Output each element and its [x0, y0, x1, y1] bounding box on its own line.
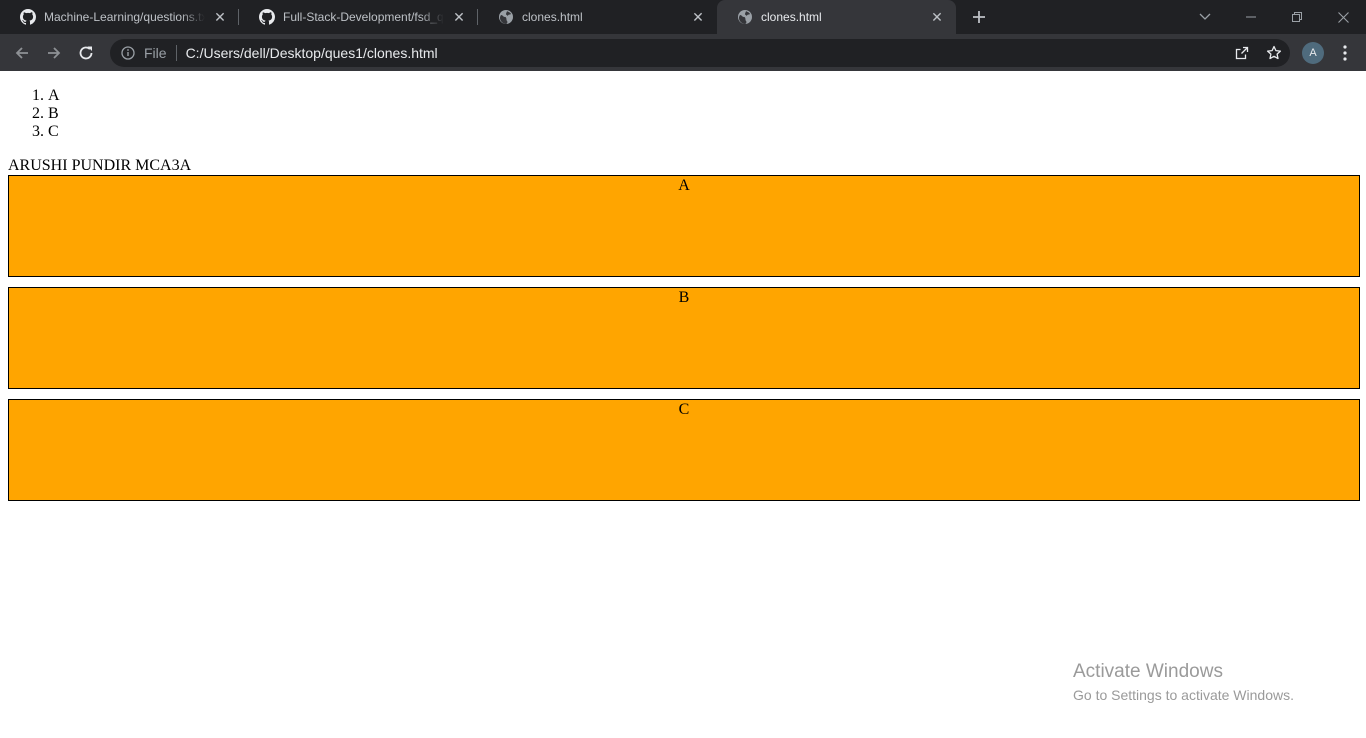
- tab-title: Full-Stack-Development/fsd_ques: [283, 10, 444, 24]
- list-item: A: [48, 87, 60, 105]
- close-tab-icon[interactable]: ✕: [211, 8, 229, 26]
- watermark-title: Activate Windows: [1073, 661, 1223, 682]
- tab-title: clones.html: [761, 10, 822, 24]
- forward-button[interactable]: [40, 39, 68, 67]
- minimize-button[interactable]: [1228, 0, 1274, 34]
- clone-box: B: [8, 287, 1360, 389]
- tab-full-stack-development[interactable]: Full-Stack-Development/fsd_ques ✕: [239, 0, 478, 34]
- browser-toolbar: File C:/Users/dell/Desktop/ques1/clones.…: [0, 34, 1366, 71]
- bookmark-button[interactable]: [1258, 39, 1290, 67]
- url-scheme-label: File: [144, 44, 167, 61]
- close-window-button[interactable]: [1320, 0, 1366, 34]
- list-item: C: [48, 123, 60, 141]
- tab-title: Machine-Learning/questions.txt at: [44, 10, 205, 24]
- info-icon[interactable]: [120, 45, 136, 61]
- activate-windows-watermark: Activate Windows Go to Settings to activ…: [1073, 660, 1294, 704]
- star-icon: [1266, 45, 1282, 59]
- more-vertical-icon: [1343, 44, 1347, 61]
- close-icon: [1337, 11, 1349, 23]
- watermark-subtitle: Go to Settings to activate Windows.: [1073, 687, 1294, 703]
- reload-button[interactable]: [72, 39, 100, 67]
- restore-icon: [1292, 12, 1302, 22]
- minimize-icon: [1246, 16, 1256, 18]
- close-tab-icon[interactable]: ✕: [928, 8, 946, 26]
- profile-avatar[interactable]: A: [1302, 41, 1324, 64]
- clone-box-label: A: [678, 177, 690, 194]
- chevron-down-icon: [1199, 13, 1211, 20]
- tab-strip: Machine-Learning/questions.txt at ✕ Full…: [0, 0, 1366, 34]
- globe-icon: [737, 9, 753, 25]
- list-item: B: [48, 105, 60, 123]
- arrow-right-icon: [48, 46, 61, 59]
- author-text: ARUSHI PUNDIR MCA3A: [8, 157, 192, 174]
- tab-machine-learning[interactable]: Machine-Learning/questions.txt at ✕: [0, 0, 239, 34]
- reload-icon: [79, 46, 93, 59]
- restore-button[interactable]: [1274, 0, 1320, 34]
- tab-search-button[interactable]: [1188, 0, 1222, 34]
- plus-icon: [973, 11, 985, 23]
- clone-box-label: C: [678, 401, 690, 418]
- ordered-list: A B C: [48, 87, 60, 141]
- share-button[interactable]: [1226, 39, 1258, 67]
- tab-clones-active[interactable]: clones.html ✕: [717, 0, 956, 34]
- url-text[interactable]: C:/Users/dell/Desktop/ques1/clones.html: [186, 45, 438, 61]
- omnibox-divider: [175, 44, 177, 61]
- window-controls: [1188, 0, 1366, 34]
- close-tab-icon[interactable]: ✕: [450, 8, 468, 26]
- browser-menu-button[interactable]: [1330, 39, 1360, 67]
- globe-icon: [498, 9, 514, 25]
- clone-box: C: [8, 399, 1360, 501]
- close-tab-icon[interactable]: ✕: [689, 8, 707, 26]
- clone-box-label: B: [678, 289, 690, 306]
- back-button[interactable]: [8, 39, 36, 67]
- clone-box: A: [8, 175, 1360, 277]
- page-content: A B C ARUSHI PUNDIR MCA3A A B C Activate…: [0, 71, 1366, 738]
- share-icon: [1235, 46, 1249, 59]
- github-icon: [20, 9, 36, 25]
- tab-title: clones.html: [522, 10, 583, 24]
- arrow-left-icon: [15, 46, 28, 59]
- github-icon: [259, 9, 275, 25]
- tab-clones-1[interactable]: clones.html ✕: [478, 0, 717, 34]
- new-tab-button[interactable]: [962, 0, 996, 34]
- address-bar[interactable]: File C:/Users/dell/Desktop/ques1/clones.…: [110, 38, 1290, 67]
